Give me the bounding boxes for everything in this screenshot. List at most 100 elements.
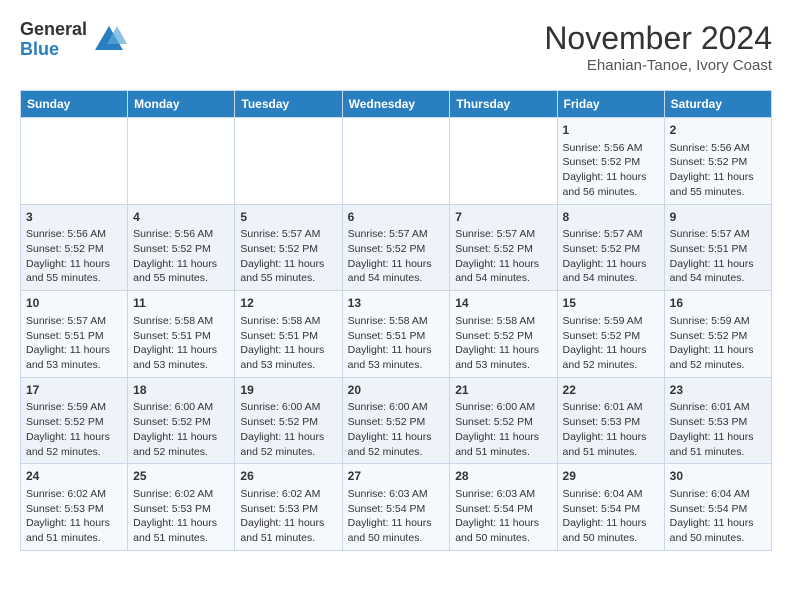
calendar-day-cell: 20Sunrise: 6:00 AMSunset: 5:52 PMDayligh… [342, 377, 450, 464]
day-number: 15 [563, 295, 659, 312]
daylight-label: Daylight: 11 hours [240, 258, 324, 270]
calendar-day-cell: 9Sunrise: 5:57 AMSunset: 5:51 PMDaylight… [664, 204, 771, 291]
calendar-day-cell: 6Sunrise: 5:57 AMSunset: 5:52 PMDaylight… [342, 204, 450, 291]
sunset-info: Sunset: 5:52 PM [455, 243, 533, 255]
daylight-value: and 51 minutes. [563, 446, 638, 458]
calendar-day-cell [235, 118, 342, 205]
day-number: 11 [133, 295, 229, 312]
calendar-week-row: 17 Sunrise: 5:59 AM Sunset: 5:52 PM Dayligh… [21, 377, 772, 464]
daylight-label: Daylight: 11 hours [348, 517, 432, 529]
sunset-info: Sunset: 5:54 PM [563, 503, 641, 515]
daylight-label: Daylight: 11 hours [670, 431, 754, 443]
weekday-header-cell: Thursday [450, 91, 557, 118]
daylight-value: and 52 minutes. [26, 446, 101, 458]
daylight-label: Daylight: 11 hours [670, 171, 754, 183]
daylight-label: Daylight: 11 hours [670, 517, 754, 529]
daylight-value: and 50 minutes. [563, 532, 638, 544]
daylight-value: and 51 minutes. [455, 446, 530, 458]
sunrise-info: Sunrise: 5:58 AM [455, 315, 535, 327]
daylight-label: Daylight: 11 hours [348, 258, 432, 270]
day-number: 13 [348, 295, 445, 312]
sunrise-info: Sunrise: 5:57 AM [563, 228, 643, 240]
weekday-header-cell: Friday [557, 91, 664, 118]
sunrise-info: Sunrise: 6:01 AM [563, 401, 643, 413]
daylight-value: and 54 minutes. [563, 272, 638, 284]
sunrise-info: Sunrise: 6:00 AM [348, 401, 428, 413]
daylight-label: Daylight: 11 hours [455, 344, 539, 356]
logo: General Blue [20, 20, 127, 60]
daylight-value: and 51 minutes. [133, 532, 208, 544]
calendar-day-cell: 16Sunrise: 5:59 AMSunset: 5:52 PMDayligh… [664, 291, 771, 378]
day-number: 24 [26, 468, 122, 485]
sunset-info: Sunset: 5:53 PM [670, 416, 748, 428]
calendar-week-row: 3 Sunrise: 5:56 AM Sunset: 5:52 PM Daylight… [21, 204, 772, 291]
sunset-info: Sunset: 5:51 PM [240, 330, 318, 342]
daylight-value: and 50 minutes. [348, 532, 423, 544]
daylight-value: and 54 minutes. [348, 272, 423, 284]
sunrise-info: Sunrise: 6:04 AM [670, 488, 750, 500]
calendar-day-cell [128, 118, 235, 205]
daylight-label: Daylight: 11 hours [455, 431, 539, 443]
weekday-header-cell: Monday [128, 91, 235, 118]
calendar-day-cell [450, 118, 557, 205]
sunset-info: Sunset: 5:52 PM [133, 243, 211, 255]
sunrise-info: Sunrise: 5:59 AM [26, 401, 106, 413]
calendar-day-cell: 17Sunrise: 5:59 AMSunset: 5:52 PMDayligh… [21, 377, 128, 464]
daylight-value: and 53 minutes. [133, 359, 208, 371]
sunrise-info: Sunrise: 6:01 AM [670, 401, 750, 413]
sunset-info: Sunset: 5:51 PM [348, 330, 426, 342]
calendar-week-row: 10Sunrise: 5:57 AMSunset: 5:51 PMDayligh… [21, 291, 772, 378]
title-block: November 2024 Ehanian-Tanoe, Ivory Coast [544, 20, 772, 74]
daylight-label: Daylight: 11 hours [670, 258, 754, 270]
daylight-value: and 53 minutes. [26, 359, 101, 371]
sunrise-info: Sunrise: 6:02 AM [240, 488, 320, 500]
sunset-info: Sunset: 5:52 PM [455, 416, 533, 428]
sunset-info: Sunset: 5:53 PM [240, 503, 318, 515]
sunset-info: Sunset: 5:53 PM [563, 416, 641, 428]
calendar-day-cell: 2Sunrise: 5:56 AMSunset: 5:52 PMDaylight… [664, 118, 771, 205]
calendar-day-cell: 27Sunrise: 6:03 AMSunset: 5:54 PMDayligh… [342, 464, 450, 551]
daylight-value: and 54 minutes. [670, 272, 745, 284]
sunset-info: Sunset: 5:52 PM [670, 330, 748, 342]
day-number: 7 [455, 209, 551, 226]
calendar-week-row: 24 Sunrise: 6:02 AM Sunset: 5:53 PM Dayligh… [21, 464, 772, 551]
calendar-day-cell: 24Sunrise: 6:02 AMSunset: 5:53 PMDayligh… [21, 464, 128, 551]
daylight-value: and 52 minutes. [133, 446, 208, 458]
daylight-label: Daylight: 11 hours [26, 517, 110, 529]
day-number: 5 [240, 209, 336, 226]
sunrise-info: Sunrise: 6:00 AM [240, 401, 320, 413]
calendar-day-cell: 5Sunrise: 5:57 AMSunset: 5:52 PMDaylight… [235, 204, 342, 291]
sunset-info: Sunset: 5:51 PM [133, 330, 211, 342]
logo-blue-text: Blue [20, 40, 87, 60]
sunrise-info: Sunrise: 5:56 AM [133, 228, 213, 240]
day-number: 6 [348, 209, 445, 226]
daylight-value: and 56 minutes. [563, 186, 638, 198]
sunset-info: Sunset: 5:52 PM [26, 243, 104, 255]
daylight-label: Daylight: 11 hours [133, 431, 217, 443]
calendar-day-cell: 4Sunrise: 5:56 AMSunset: 5:52 PMDaylight… [128, 204, 235, 291]
daylight-label: Daylight: 11 hours [563, 344, 647, 356]
daylight-label: Daylight: 11 hours [455, 517, 539, 529]
daylight-value: and 51 minutes. [670, 446, 745, 458]
calendar-day-cell: 26Sunrise: 6:02 AMSunset: 5:53 PMDayligh… [235, 464, 342, 551]
calendar-day-cell: 11Sunrise: 5:58 AMSunset: 5:51 PMDayligh… [128, 291, 235, 378]
day-number: 16 [670, 295, 766, 312]
day-number: 3 [26, 209, 122, 226]
daylight-value: and 51 minutes. [240, 532, 315, 544]
day-number: 17 [26, 382, 122, 399]
sunrise-info: Sunrise: 5:57 AM [670, 228, 750, 240]
daylight-value: and 55 minutes. [133, 272, 208, 284]
daylight-value: and 53 minutes. [455, 359, 530, 371]
daylight-value: and 53 minutes. [348, 359, 423, 371]
day-number: 14 [455, 295, 551, 312]
day-number: 1 [563, 122, 659, 139]
logo-icon [91, 22, 127, 58]
location-subtitle: Ehanian-Tanoe, Ivory Coast [544, 57, 772, 74]
daylight-value: and 50 minutes. [455, 532, 530, 544]
calendar-table: SundayMondayTuesdayWednesdayThursdayFrid… [20, 90, 772, 551]
sunrise-info: Sunrise: 6:00 AM [133, 401, 213, 413]
sunset-info: Sunset: 5:52 PM [670, 156, 748, 168]
sunset-info: Sunset: 5:52 PM [133, 416, 211, 428]
day-number: 18 [133, 382, 229, 399]
weekday-header-cell: Sunday [21, 91, 128, 118]
